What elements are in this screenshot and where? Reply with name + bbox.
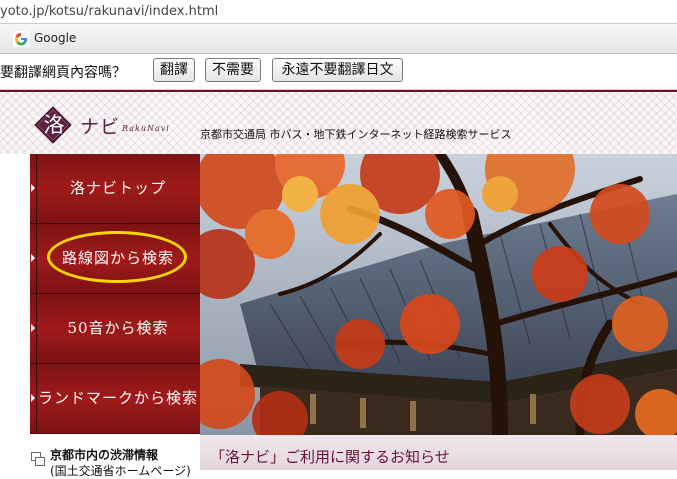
triangle-right-icon: [31, 184, 35, 192]
url-text[interactable]: yoto.jp/kotsu/rakunavi/index.html: [0, 4, 218, 19]
header-rule: [0, 90, 677, 92]
nav-item-kana-search[interactable]: 50音から検索: [30, 294, 200, 364]
nav-item-label: 50音から検索: [67, 319, 169, 337]
highlight-ellipse: [47, 231, 187, 283]
notice-title: 「洛ナビ」ご利用に関するお知らせ: [210, 448, 450, 466]
no-translate-button[interactable]: 不需要: [205, 58, 261, 82]
traffic-info-subtitle[interactable]: (国土交通省ホームページ): [50, 462, 191, 479]
google-g-icon[interactable]: [13, 31, 29, 47]
triangle-right-icon: [31, 394, 35, 402]
google-toolbar: [0, 24, 677, 54]
nav-item-label: 洛ナビトップ: [69, 179, 166, 197]
triangle-right-icon: [31, 324, 35, 332]
traffic-info-link[interactable]: 京都市内の渋滞情報: [50, 446, 158, 463]
nav-item-landmark-search[interactable]: ランドマークから検索: [30, 364, 200, 434]
nav-item-label: ランドマークから検索: [37, 389, 198, 407]
nav-item-rakunavi-top[interactable]: 洛ナビトップ: [30, 154, 200, 224]
hero-photo: [200, 154, 677, 435]
logo-kana[interactable]: ナビ: [80, 112, 120, 139]
translate-button[interactable]: 翻譯: [153, 58, 195, 82]
site-tagline: 京都市交通局 市バス・地下鉄インターネット経路検索サービス: [200, 128, 512, 141]
never-translate-button[interactable]: 永遠不要翻譯日文: [272, 58, 403, 82]
google-label[interactable]: Google: [34, 31, 76, 45]
triangle-right-icon: [31, 254, 35, 262]
logo-kanji[interactable]: 洛: [41, 110, 67, 140]
window-link-icon: [31, 452, 45, 466]
translate-message: 要翻譯網頁內容嗎？: [0, 65, 126, 81]
logo-roman: RakuNavi: [122, 124, 170, 133]
